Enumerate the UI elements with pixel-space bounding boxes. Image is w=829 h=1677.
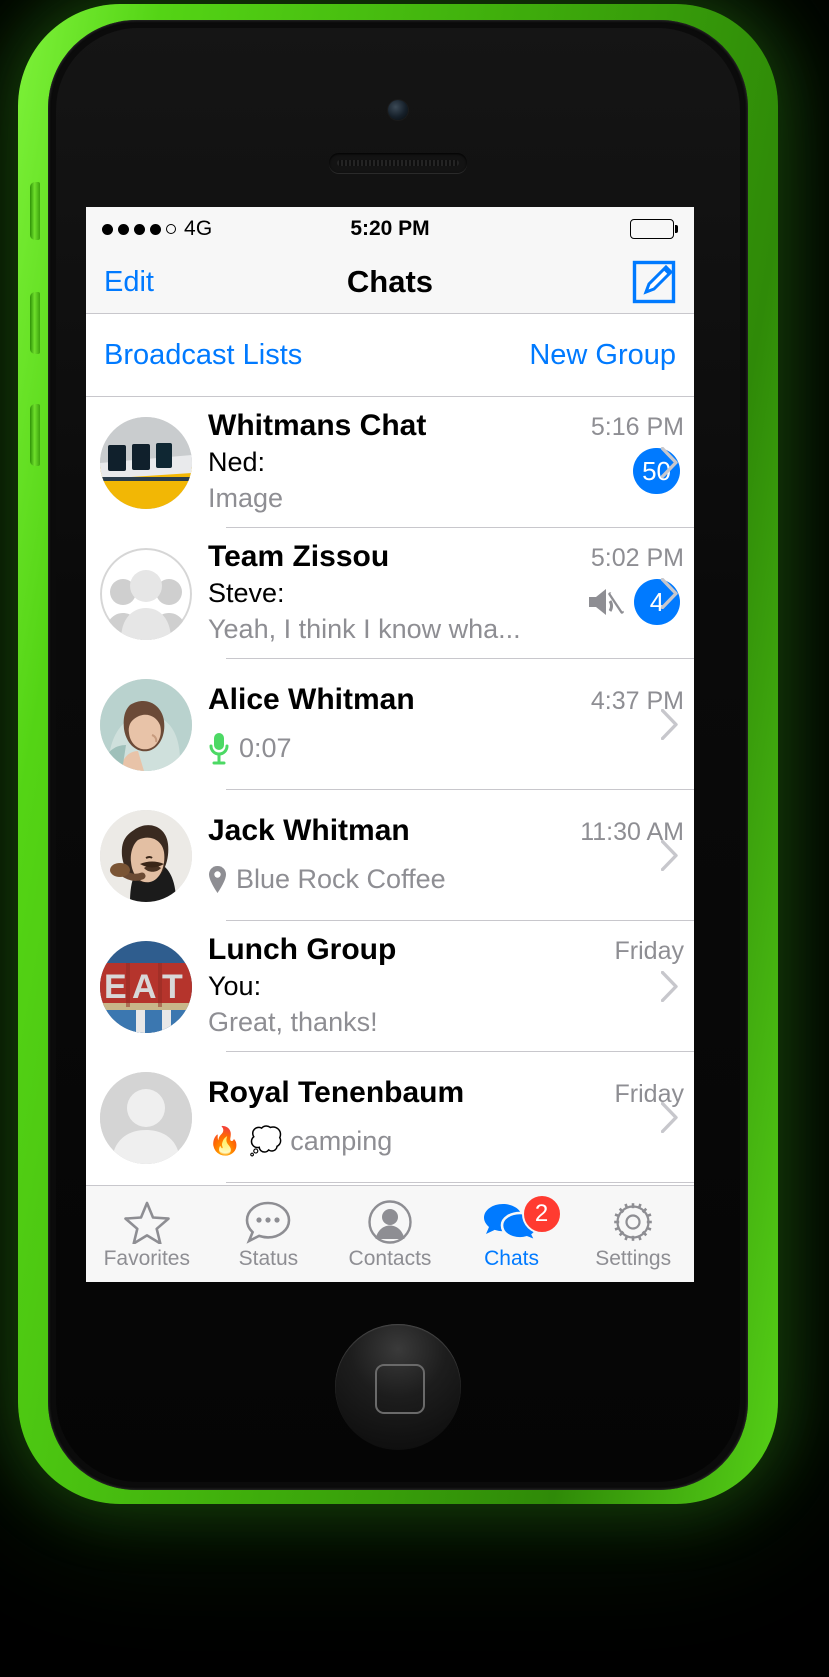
chat-name: Team Zissou [208, 539, 390, 573]
svg-text:A: A [132, 968, 157, 1006]
chat-time: Friday [614, 936, 684, 965]
compose-square-pencil-icon [632, 260, 676, 304]
group-silhouette-icon [100, 547, 192, 640]
chat-sender: Ned: [208, 446, 266, 477]
battery-icon [629, 219, 678, 239]
chevron-right-icon [661, 446, 678, 478]
chat-list-item[interactable]: Alice Whitman 4:37 PM 0:07 [86, 659, 694, 790]
chat-content: Jack Whitman 11:30 AM Blue Rock Coffee [208, 814, 694, 898]
phone-screen: 4G 5:20 PM Edit Chats Broadcast Lists Ne… [86, 207, 694, 1282]
status-bar: 4G 5:20 PM [86, 207, 694, 251]
tab-favorites[interactable]: Favorites [86, 1186, 208, 1282]
avatar [100, 809, 192, 902]
chat-name: Royal Tenenbaum [208, 1075, 465, 1109]
chat-list-item[interactable]: Royal Tenenbaum Friday 🔥 💭 camping [86, 1052, 694, 1183]
person-silhouette-icon [100, 1071, 192, 1164]
man-mustache-pipe-photo-icon [100, 809, 192, 902]
chat-content: Royal Tenenbaum Friday 🔥 💭 camping [208, 1076, 694, 1160]
chat-preview: 🔥 💭 camping [208, 1125, 393, 1156]
avatar [100, 416, 192, 509]
chat-content: Lunch Group Friday You: Great, thanks! [208, 933, 694, 1040]
woman-hood-photo-icon [100, 678, 192, 771]
tab-status[interactable]: Status [208, 1186, 330, 1282]
person-icon [368, 1198, 412, 1244]
chats-double-bubble-icon: 2 [483, 1193, 562, 1244]
front-camera-icon [388, 100, 408, 120]
signal-strength-icon [102, 223, 176, 235]
navigation-bar: Edit Chats [86, 251, 694, 314]
train-photo-icon [100, 416, 192, 509]
chat-preview: Great, thanks! [208, 1006, 378, 1037]
avatar: EAT [100, 940, 192, 1033]
broadcast-lists-button[interactable]: Broadcast Lists [104, 339, 302, 372]
chats-badge: 2 [521, 1193, 562, 1234]
chat-name: Jack Whitman [208, 813, 410, 847]
tab-label: Contacts [348, 1246, 432, 1270]
svg-text:E: E [104, 968, 127, 1006]
microphone-icon [209, 732, 229, 764]
chat-list[interactable]: Whitmans Chat 5:16 PM Ned: Image 50 Team… [86, 397, 694, 1183]
chat-preview: Blue Rock Coffee [236, 863, 446, 894]
tab-settings[interactable]: Settings [572, 1186, 694, 1282]
chevron-right-icon [661, 1101, 678, 1133]
row-separator [226, 1182, 694, 1183]
chevron-right-icon [661, 577, 678, 609]
chevron-right-icon [661, 839, 678, 871]
location-pin-icon [209, 865, 226, 893]
chevron-right-icon [661, 708, 678, 740]
carrier-label: 4G [184, 217, 213, 240]
avatar [100, 547, 192, 640]
mute-icon [589, 589, 624, 615]
chat-content: Alice Whitman 4:37 PM 0:07 [208, 683, 694, 767]
tab-label: Chats [484, 1246, 539, 1270]
avatar [100, 1071, 192, 1164]
tab-label: Status [238, 1246, 299, 1270]
tab-contacts[interactable]: Contacts [329, 1186, 451, 1282]
chat-time: 5:02 PM [590, 543, 684, 572]
chat-name: Whitmans Chat [208, 408, 427, 442]
tab-label: Settings [595, 1246, 672, 1270]
avatar [100, 678, 192, 771]
chat-sender: You: [208, 970, 262, 1001]
chevron-right-icon [661, 970, 678, 1002]
tab-label: Favorites [103, 1246, 190, 1270]
chat-name: Alice Whitman [208, 682, 415, 716]
status-time: 5:20 PM [350, 217, 430, 240]
chat-name: Lunch Group [208, 932, 397, 966]
svg-text:T: T [162, 968, 183, 1006]
tab-bar: Favorites Status Contacts 2 Chats Settin… [86, 1185, 694, 1282]
chat-content: Whitmans Chat 5:16 PM Ned: Image [208, 409, 694, 516]
tab-chats[interactable]: 2 Chats [451, 1186, 573, 1282]
broadcast-bar: Broadcast Lists New Group [86, 314, 694, 397]
home-button-square-icon [375, 1364, 425, 1414]
chat-time: 5:16 PM [590, 412, 684, 441]
home-button[interactable] [335, 1324, 461, 1450]
compose-button[interactable] [632, 260, 676, 304]
speech-bubble-dots-icon [244, 1198, 292, 1244]
volume-up-button[interactable] [30, 292, 40, 354]
chat-list-item[interactable]: Team Zissou 5:02 PM Steve: Yeah, I think… [86, 528, 694, 659]
chat-preview: Image [208, 482, 284, 513]
star-icon [123, 1198, 170, 1244]
volume-down-button[interactable] [30, 404, 40, 466]
eat-sign-photo-icon: EAT [100, 940, 192, 1033]
chat-list-item[interactable]: Whitmans Chat 5:16 PM Ned: Image 50 [86, 397, 694, 528]
chat-list-item[interactable]: Jack Whitman 11:30 AM Blue Rock Coffee [86, 790, 694, 921]
gear-icon [611, 1198, 655, 1244]
page-title: Chats [346, 264, 434, 299]
new-group-button[interactable]: New Group [529, 339, 676, 372]
earpiece-speaker [329, 153, 467, 173]
chat-preview: 0:07 [239, 732, 292, 763]
silent-switch[interactable] [30, 182, 40, 240]
chat-list-item[interactable]: EAT Lunch Group Friday You: Great, thank… [86, 921, 694, 1052]
